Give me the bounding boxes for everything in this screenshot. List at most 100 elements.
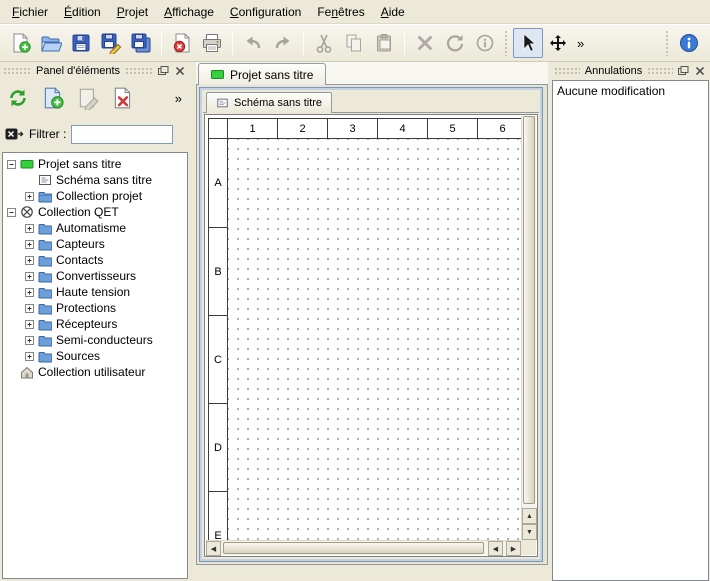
expand-expander-icon[interactable] [25,192,34,201]
drawing-grid-area[interactable] [227,139,521,540]
expand-expander-icon[interactable] [25,256,34,265]
tree-item-protections[interactable]: Protections [3,300,187,316]
dock-grip[interactable] [3,67,31,75]
tree-item-semi-conducteurs[interactable]: Semi-conducteurs [3,332,187,348]
undo-button[interactable] [238,28,268,58]
menu-fenetres[interactable]: Fenêtres [309,1,372,23]
save-as-button[interactable] [96,28,126,58]
paste-button[interactable] [369,28,399,58]
expand-expander-icon[interactable] [25,272,34,281]
folder-icon [38,317,52,331]
close-dock-icon [694,65,706,77]
expand-expander-icon[interactable] [25,288,34,297]
tree-item-recepteurs[interactable]: Récepteurs [3,316,187,332]
close-document-button[interactable] [167,28,197,58]
undo-empty-item[interactable]: Aucune modification [557,84,704,98]
collapse-expander-icon[interactable] [7,160,16,169]
new-document-button[interactable] [6,28,36,58]
filter-label: Filtrer : [29,127,66,141]
tree-item-convertisseurs[interactable]: Convertisseurs [3,268,187,284]
delete-element-icon [111,86,135,110]
delete-button[interactable] [410,28,440,58]
tree-item-collection-projet[interactable]: Collection projet [3,188,187,204]
select-tool-button[interactable] [513,28,543,58]
reload-collections-button[interactable] [4,84,32,112]
rotate-button[interactable] [440,28,470,58]
clear-filter-button[interactable] [4,124,24,144]
horizontal-scrollbar[interactable]: ◀ ◀ ▶ [206,540,521,555]
undo-dock-titlebar[interactable]: Annulations [551,62,710,80]
menu-projet[interactable]: Projet [109,1,156,23]
tree-item-haute-tension[interactable]: Haute tension [3,284,187,300]
tree-item-schema-sans-titre[interactable]: Schéma sans titre [3,172,187,188]
about-button[interactable] [674,28,704,58]
cut-button[interactable] [309,28,339,58]
save-button[interactable] [66,28,96,58]
menu-affichage[interactable]: Affichage [156,1,222,23]
tree-item-collection-qet[interactable]: Collection QET [3,204,187,220]
expand-expander-icon[interactable] [25,224,34,233]
float-dock-button[interactable] [676,64,690,78]
scrollbar-corner [521,540,536,555]
diagram-canvas[interactable]: 1 2 3 4 5 6 A B C D E [206,116,521,540]
float-dock-icon [677,65,689,77]
menu-configuration[interactable]: Configuration [222,1,309,23]
tree-item-label: Contacts [56,253,103,267]
pan-tool-button[interactable] [543,28,573,58]
horizontal-scrollbar-thumb[interactable] [223,542,484,554]
undo-history-list[interactable]: Aucune modification [552,80,709,581]
scroll-right-button[interactable]: ▶ [506,541,521,556]
new-document-icon [10,32,32,54]
dock-grip[interactable] [125,67,153,75]
open-document-button[interactable] [36,28,66,58]
new-element-button[interactable] [39,84,67,112]
float-dock-button[interactable] [156,64,170,78]
print-icon [201,32,223,54]
elements-dock-titlebar[interactable]: Panel d'éléments [0,62,190,80]
delete-element-button[interactable] [109,84,137,112]
print-button[interactable] [197,28,227,58]
tree-item-sources[interactable]: Sources [3,348,187,364]
tree-item-collection-utilisateur[interactable]: Collection utilisateur [3,364,187,380]
expand-expander-icon[interactable] [25,352,34,361]
expand-expander-icon[interactable] [25,240,34,249]
reload-collections-icon [6,86,30,110]
collapse-expander-icon[interactable] [7,208,16,217]
scroll-up-button[interactable]: ▲ [522,508,537,524]
tree-item-automatisme[interactable]: Automatisme [3,220,187,236]
tree-item-projet-sans-titre[interactable]: Projet sans titre [3,156,187,172]
save-all-icon [130,32,152,54]
close-dock-button[interactable] [173,64,187,78]
close-dock-button[interactable] [693,64,707,78]
menu-fichier[interactable]: Fichier [4,1,56,23]
edit-element-button[interactable] [74,84,102,112]
tab-schema-sans-titre[interactable]: Schéma sans titre [206,92,332,113]
expand-expander-icon[interactable] [25,320,34,329]
dock-grip[interactable] [647,67,673,75]
toolbar-handle[interactable] [504,30,509,56]
qet-collection-icon [20,205,34,219]
expand-expander-icon[interactable] [25,304,34,313]
redo-button[interactable] [268,28,298,58]
filter-input[interactable] [71,125,173,144]
vertical-scrollbar[interactable]: ▲ ▼ [521,116,536,540]
tree-item-contacts[interactable]: Contacts [3,252,187,268]
menu-aide[interactable]: Aide [373,1,413,23]
expand-expander-icon[interactable] [25,336,34,345]
toolbar-handle[interactable] [665,30,670,56]
save-all-button[interactable] [126,28,156,58]
elements-tree[interactable]: Projet sans titre Schéma sans titre Coll… [2,152,188,579]
scroll-left-button-2[interactable]: ◀ [488,541,503,556]
tree-item-capteurs[interactable]: Capteurs [3,236,187,252]
scroll-left-button[interactable]: ◀ [206,541,221,556]
folder-icon [38,221,52,235]
toolbar-overflow-button[interactable]: » [573,34,588,53]
menu-edition[interactable]: Édition [56,1,109,23]
panel-toolbar-overflow-button[interactable]: » [171,89,186,108]
scroll-down-button[interactable]: ▼ [522,524,537,540]
element-info-button[interactable] [470,28,500,58]
dock-grip[interactable] [554,67,580,75]
vertical-scrollbar-thumb[interactable] [523,116,535,504]
copy-button[interactable] [339,28,369,58]
tab-projet-sans-titre[interactable]: Projet sans titre [198,63,326,85]
